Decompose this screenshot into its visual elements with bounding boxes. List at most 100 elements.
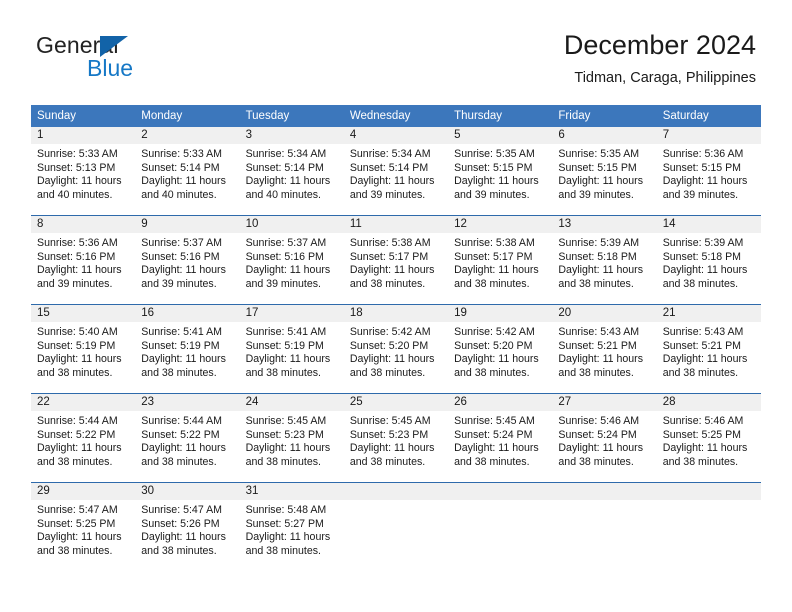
day-content bbox=[343, 483, 449, 571]
daylight-text-line1: Daylight: 11 hours bbox=[141, 442, 226, 455]
day-number: 21 bbox=[656, 305, 761, 322]
day-number: 7 bbox=[656, 127, 761, 144]
calendar-day-cell[interactable]: 10 Sunrise: 5:37 AM Sunset: 5:16 PM Dayligh… bbox=[239, 215, 344, 305]
weekday-header-wednesday: Wednesday bbox=[343, 105, 449, 127]
daylight-text-line1: Daylight: 11 hours bbox=[662, 175, 748, 188]
daylight-text-line2: and 38 minutes. bbox=[37, 455, 113, 468]
calendar-day-cell[interactable]: 5 Sunrise: 5:35 AM Sunset: 5:15 PM Daylight… bbox=[448, 127, 553, 216]
calendar-day-cell[interactable]: 27 Sunrise: 5:46 AM Sunset: 5:24 PM Dayligh… bbox=[552, 393, 657, 483]
daylight-text-line2: and 38 minutes. bbox=[454, 366, 530, 379]
calendar-day-cell[interactable]: 26 Sunrise: 5:45 AM Sunset: 5:24 PM Dayligh… bbox=[448, 393, 553, 483]
calendar-week-row: 29 Sunrise: 5:47 AM Sunset: 5:25 PM Dayligh… bbox=[31, 482, 761, 571]
day-details: Sunrise: 5:42 AM Sunset: 5:20 PM Daylight:… bbox=[448, 322, 552, 380]
day-content: 5 Sunrise: 5:35 AM Sunset: 5:15 PM Daylight… bbox=[448, 127, 553, 215]
day-number: 9 bbox=[135, 216, 240, 233]
calendar-day-cell[interactable]: 2 Sunrise: 5:33 AM Sunset: 5:14 PM Daylight… bbox=[135, 127, 240, 216]
calendar-day-cell[interactable]: 31 Sunrise: 5:48 AM Sunset: 5:27 PM Dayligh… bbox=[239, 482, 344, 571]
sunset-text: Sunset: 5:14 PM bbox=[141, 161, 220, 174]
calendar-day-cell[interactable]: 7 Sunrise: 5:36 AM Sunset: 5:15 PM Daylight… bbox=[656, 127, 761, 216]
calendar-day-cell[interactable]: 8 Sunrise: 5:36 AM Sunset: 5:16 PM Daylight… bbox=[31, 215, 136, 305]
sunrise-text: Sunrise: 5:48 AM bbox=[245, 504, 327, 516]
sunset-text: Sunset: 5:22 PM bbox=[141, 428, 220, 441]
calendar-day-cell[interactable]: 17 Sunrise: 5:41 AM Sunset: 5:19 PM Dayligh… bbox=[239, 304, 344, 394]
day-number: 8 bbox=[31, 216, 136, 233]
day-details: Sunrise: 5:45 AM Sunset: 5:23 PM Daylight:… bbox=[344, 411, 448, 469]
day-content: 17 Sunrise: 5:41 AM Sunset: 5:19 PM Dayligh… bbox=[239, 305, 344, 393]
daylight-text-line2: and 38 minutes. bbox=[662, 277, 739, 290]
daylight-text-line2: and 40 minutes. bbox=[141, 188, 217, 201]
day-number: 23 bbox=[135, 394, 240, 411]
title-block: December 2024 Tidman, Caraga, Philippine… bbox=[564, 29, 756, 87]
sunset-text: Sunset: 5:25 PM bbox=[37, 517, 116, 530]
sunset-text: Sunset: 5:26 PM bbox=[141, 517, 220, 530]
day-details: Sunrise: 5:37 AM Sunset: 5:16 PM Daylight:… bbox=[135, 233, 239, 291]
calendar-day-cell[interactable]: 25 Sunrise: 5:45 AM Sunset: 5:23 PM Dayligh… bbox=[343, 393, 449, 483]
day-number: 10 bbox=[239, 216, 344, 233]
calendar-day-cell[interactable]: 13 Sunrise: 5:39 AM Sunset: 5:18 PM Dayligh… bbox=[552, 215, 657, 305]
sunrise-text: Sunrise: 5:46 AM bbox=[558, 415, 640, 427]
calendar-day-cell[interactable]: 21 Sunrise: 5:43 AM Sunset: 5:21 PM Dayligh… bbox=[656, 304, 761, 394]
weekday-header-tuesday: Tuesday bbox=[239, 105, 344, 127]
calendar-day-cell[interactable]: 24 Sunrise: 5:45 AM Sunset: 5:23 PM Dayligh… bbox=[239, 393, 344, 483]
calendar-day-cell[interactable]: 15 Sunrise: 5:40 AM Sunset: 5:19 PM Dayligh… bbox=[31, 304, 136, 394]
calendar-day-cell[interactable]: 11 Sunrise: 5:38 AM Sunset: 5:17 PM Dayligh… bbox=[343, 215, 449, 305]
sunrise-text: Sunrise: 5:36 AM bbox=[37, 237, 118, 249]
calendar-day-cell[interactable]: 18 Sunrise: 5:42 AM Sunset: 5:20 PM Dayligh… bbox=[343, 304, 449, 394]
day-details: Sunrise: 5:48 AM Sunset: 5:27 PM Daylight:… bbox=[240, 500, 344, 558]
calendar-day-cell[interactable] bbox=[656, 482, 761, 571]
day-details: Sunrise: 5:45 AM Sunset: 5:23 PM Daylight:… bbox=[240, 411, 344, 469]
day-number: 6 bbox=[552, 127, 657, 144]
calendar-day-cell[interactable]: 1 Sunrise: 5:33 AM Sunset: 5:13 PM Daylight… bbox=[31, 127, 136, 216]
calendar-day-cell[interactable]: 22 Sunrise: 5:44 AM Sunset: 5:22 PM Dayligh… bbox=[31, 393, 136, 483]
daylight-text-line1: Daylight: 11 hours bbox=[558, 353, 644, 366]
daylight-text-line1: Daylight: 11 hours bbox=[245, 264, 331, 277]
day-number: 12 bbox=[448, 216, 553, 233]
day-number: 22 bbox=[31, 394, 136, 411]
daylight-text-line2: and 40 minutes. bbox=[37, 188, 113, 201]
day-number: 24 bbox=[239, 394, 344, 411]
sunset-text: Sunset: 5:16 PM bbox=[245, 250, 324, 263]
calendar-day-cell[interactable]: 3 Sunrise: 5:34 AM Sunset: 5:14 PM Daylight… bbox=[239, 127, 344, 216]
sunrise-text: Sunrise: 5:38 AM bbox=[349, 237, 431, 249]
day-number: 11 bbox=[343, 216, 449, 233]
sunrise-text: Sunrise: 5:38 AM bbox=[454, 237, 535, 249]
calendar-day-cell[interactable]: 23 Sunrise: 5:44 AM Sunset: 5:22 PM Dayligh… bbox=[135, 393, 240, 483]
calendar-day-cell[interactable]: 6 Sunrise: 5:35 AM Sunset: 5:15 PM Daylight… bbox=[552, 127, 657, 216]
general-blue-logo[interactable]: General Blue bbox=[36, 32, 216, 90]
sunset-text: Sunset: 5:17 PM bbox=[454, 250, 533, 263]
calendar-day-cell[interactable]: 30 Sunrise: 5:47 AM Sunset: 5:26 PM Dayligh… bbox=[135, 482, 240, 571]
calendar-day-cell[interactable] bbox=[343, 482, 449, 571]
day-content: 24 Sunrise: 5:45 AM Sunset: 5:23 PM Dayligh… bbox=[239, 394, 344, 482]
day-number: 13 bbox=[552, 216, 657, 233]
calendar-day-cell[interactable]: 12 Sunrise: 5:38 AM Sunset: 5:17 PM Dayligh… bbox=[448, 215, 553, 305]
day-number: 20 bbox=[552, 305, 657, 322]
daylight-text-line2: and 39 minutes. bbox=[349, 188, 426, 201]
calendar-day-cell[interactable]: 28 Sunrise: 5:46 AM Sunset: 5:25 PM Dayligh… bbox=[656, 393, 761, 483]
calendar-day-cell[interactable]: 4 Sunrise: 5:34 AM Sunset: 5:14 PM Daylight… bbox=[343, 127, 449, 216]
sunrise-text: Sunrise: 5:47 AM bbox=[37, 504, 118, 516]
day-details: Sunrise: 5:38 AM Sunset: 5:17 PM Daylight:… bbox=[344, 233, 448, 291]
calendar-week-row: 8 Sunrise: 5:36 AM Sunset: 5:16 PM Daylight… bbox=[31, 215, 761, 305]
daylight-text-line1: Daylight: 11 hours bbox=[558, 442, 644, 455]
calendar-day-cell[interactable] bbox=[448, 482, 553, 571]
day-details: Sunrise: 5:43 AM Sunset: 5:21 PM Daylight:… bbox=[552, 322, 656, 380]
day-content: 29 Sunrise: 5:47 AM Sunset: 5:25 PM Dayligh… bbox=[31, 483, 136, 571]
calendar-day-cell[interactable]: 19 Sunrise: 5:42 AM Sunset: 5:20 PM Dayligh… bbox=[448, 304, 553, 394]
day-content: 11 Sunrise: 5:38 AM Sunset: 5:17 PM Dayligh… bbox=[343, 216, 449, 304]
day-content: 30 Sunrise: 5:47 AM Sunset: 5:26 PM Dayligh… bbox=[135, 483, 240, 571]
calendar-day-cell[interactable]: 9 Sunrise: 5:37 AM Sunset: 5:16 PM Daylight… bbox=[135, 215, 240, 305]
calendar-day-cell[interactable]: 20 Sunrise: 5:43 AM Sunset: 5:21 PM Dayligh… bbox=[552, 304, 657, 394]
day-details: Sunrise: 5:41 AM Sunset: 5:19 PM Daylight:… bbox=[135, 322, 239, 380]
daylight-text-line2: and 38 minutes. bbox=[245, 366, 321, 379]
daylight-text-line1: Daylight: 11 hours bbox=[141, 175, 226, 188]
calendar-day-cell[interactable]: 29 Sunrise: 5:47 AM Sunset: 5:25 PM Dayligh… bbox=[31, 482, 136, 571]
daylight-text-line2: and 38 minutes. bbox=[141, 366, 217, 379]
sunrise-text: Sunrise: 5:37 AM bbox=[141, 237, 222, 249]
calendar-day-cell[interactable]: 16 Sunrise: 5:41 AM Sunset: 5:19 PM Dayligh… bbox=[135, 304, 240, 394]
daylight-text-line1: Daylight: 11 hours bbox=[349, 264, 435, 277]
sunset-text: Sunset: 5:14 PM bbox=[245, 161, 324, 174]
calendar-day-cell[interactable]: 14 Sunrise: 5:39 AM Sunset: 5:18 PM Dayligh… bbox=[656, 215, 761, 305]
daylight-text-line1: Daylight: 11 hours bbox=[454, 175, 539, 188]
calendar-day-cell[interactable] bbox=[552, 482, 657, 571]
sunset-text: Sunset: 5:18 PM bbox=[558, 250, 637, 263]
